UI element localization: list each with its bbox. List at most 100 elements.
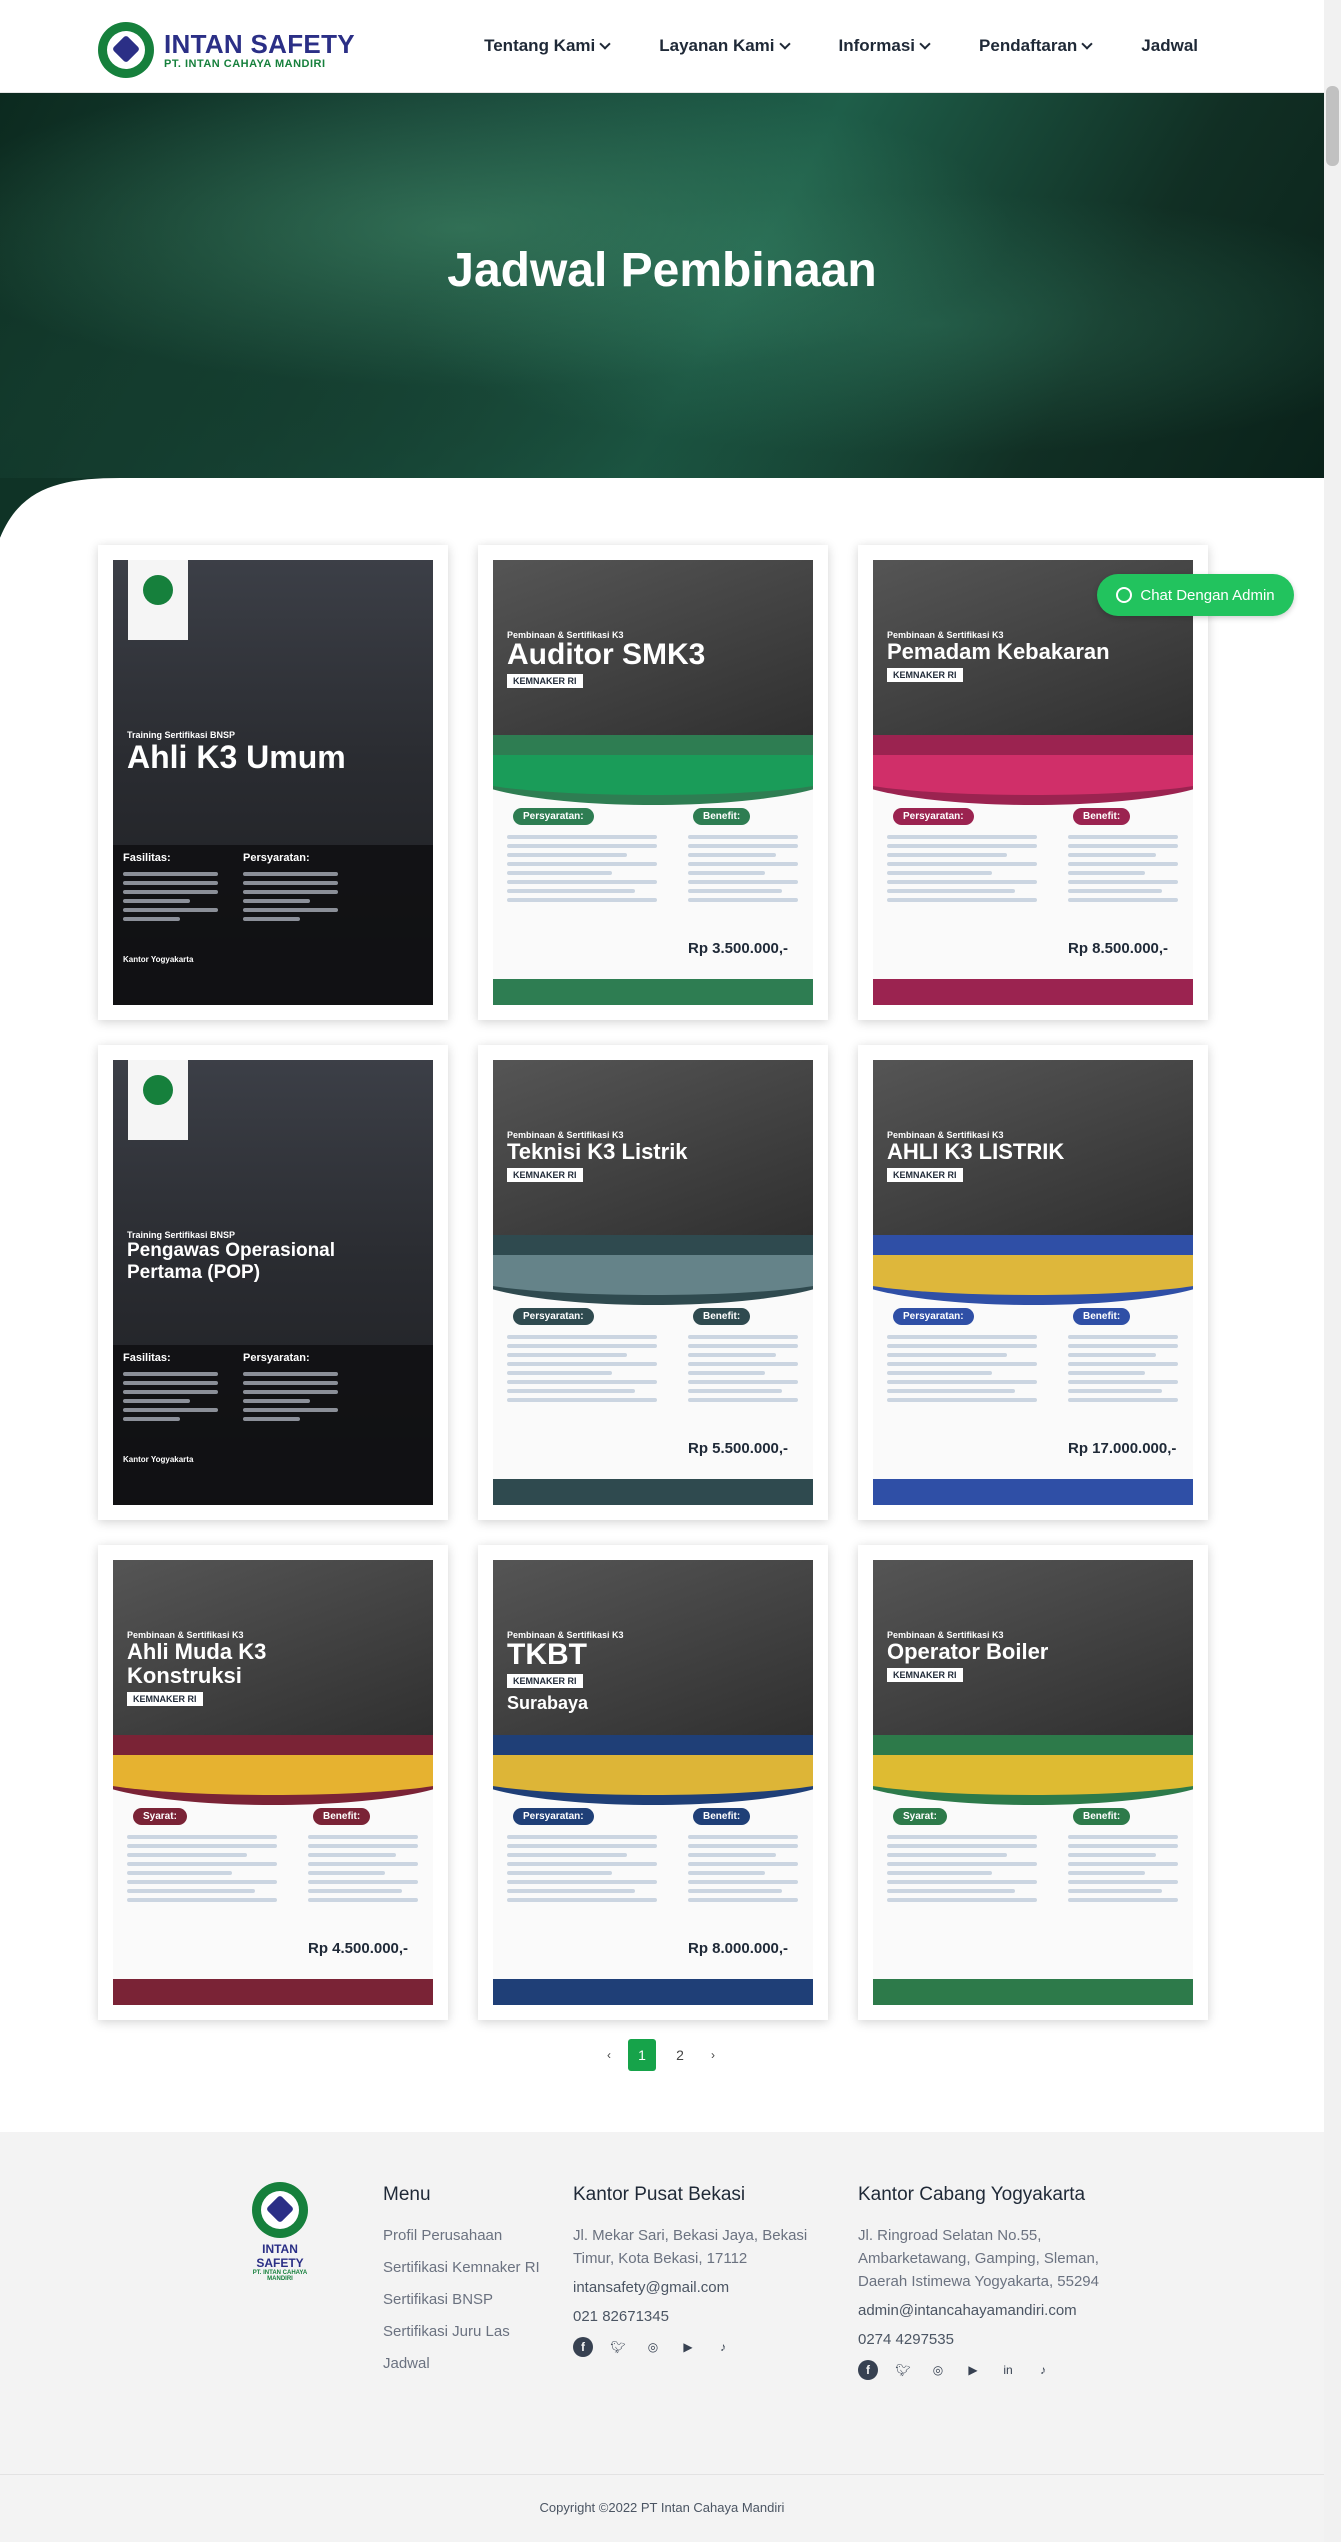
chevron-down-icon [1081, 37, 1093, 50]
footer-office-bekasi: Kantor Pusat Bekasi Jl. Mekar Sari, Beka… [573, 2184, 823, 2357]
chat-admin-button[interactable]: Chat Dengan Admin [1097, 574, 1294, 616]
poster-left-heading: Persyaratan: [513, 1308, 594, 1325]
poster-office: Kantor Yogyakarta [123, 1455, 194, 1464]
poster-image: Training Sertifikasi BNSP Pengawas Operas… [113, 1060, 433, 1505]
footer-link-juru-las[interactable]: Sertifikasi Juru Las [383, 2320, 553, 2343]
youtube-icon[interactable]: ▶ [678, 2337, 698, 2357]
nav-jadwal[interactable]: Jadwal [1141, 36, 1198, 56]
linkedin-icon[interactable]: in [998, 2360, 1018, 2380]
nav-pendaftaran[interactable]: Pendaftaran [979, 36, 1093, 56]
pagination-next[interactable]: › [704, 2039, 722, 2071]
schedule-card[interactable]: Pembinaan & Sertifikasi K3 Teknisi K3 Lis… [478, 1045, 828, 1520]
poster-title: Operator Boiler [887, 1639, 1049, 1664]
yogya-email[interactable]: admin@intancahayamandiri.com [858, 2302, 1118, 2319]
footer-link-profil[interactable]: Profil Perusahaan [383, 2224, 553, 2247]
bekasi-title: Kantor Pusat Bekasi [573, 2184, 746, 2205]
poster-title: Pengawas Operasional Pertama (POP) [127, 1240, 336, 1283]
schedule-card[interactable]: Pembinaan & Sertifikasi K3 AHLI K3 LISTRI… [858, 1045, 1208, 1520]
footer-link-kemnaker[interactable]: Sertifikasi Kemnaker RI [383, 2256, 553, 2279]
yogya-phone[interactable]: 0274 4297535 [858, 2331, 1118, 2348]
poster-title: AHLI K3 LISTRIK [887, 1139, 1065, 1164]
poster-tag: KEMNAKER RI [127, 1692, 203, 1706]
site-logo[interactable]: INTAN SAFETY PT. INTAN CAHAYA MANDIRI [98, 22, 355, 78]
poster-city: Surabaya [507, 1693, 589, 1713]
page-scrollbar[interactable] [1324, 0, 1341, 2542]
poster-tag: KEMNAKER RI [507, 1168, 583, 1182]
page-title: Jadwal Pembinaan [447, 244, 877, 297]
nav-tentang-kami[interactable]: Tentang Kami [484, 36, 611, 56]
poster-right-heading: Benefit: [693, 1808, 751, 1825]
poster-pretitle: Training Sertifikasi BNSP [127, 1230, 236, 1240]
poster-left-heading: Syarat: [893, 1808, 947, 1825]
chevron-down-icon [778, 37, 791, 50]
poster-image: Pembinaan & Sertifikasi K3 Operator Boile… [873, 1560, 1193, 2005]
brand-subtitle: PT. INTAN CAHAYA MANDIRI [164, 58, 326, 70]
bekasi-email[interactable]: intansafety@gmail.com [573, 2279, 823, 2296]
yogya-socials: f 🐦︎ ◎ ▶ in ♪ [858, 2360, 1118, 2380]
poster-tag: KEMNAKER RI [507, 674, 583, 688]
tiktok-icon[interactable]: ♪ [713, 2337, 733, 2357]
poster-title: TKBT [507, 1638, 587, 1671]
poster-left-heading: Fasilitas: [123, 852, 171, 864]
poster-tag: KEMNAKER RI [887, 668, 963, 682]
schedule-card[interactable]: Pembinaan & Sertifikasi K3 TKBT KEMNAKER R… [478, 1545, 828, 2020]
footer-divider [0, 2474, 1324, 2475]
twitter-icon[interactable]: 🐦︎ [608, 2337, 628, 2357]
poster-price: Rp 4.500.000,- [308, 1940, 409, 1957]
poster-left-heading: Persyaratan: [893, 808, 974, 825]
poster-left-heading: Syarat: [133, 1808, 187, 1825]
yogya-title: Kantor Cabang Yogyakarta [858, 2184, 1086, 2205]
nav-layanan-kami[interactable]: Layanan Kami [659, 36, 791, 56]
poster-right-heading: Benefit: [313, 1808, 371, 1825]
poster-title: Ahli K3 Umum [127, 739, 346, 775]
footer-link-bnsp[interactable]: Sertifikasi BNSP [383, 2288, 553, 2311]
pagination-prev[interactable]: ‹ [600, 2039, 618, 2071]
schedule-card[interactable]: Pembinaan & Sertifikasi K3 Ahli Muda K3 K… [98, 1545, 448, 2020]
nav-informasi[interactable]: Informasi [839, 36, 931, 56]
pagination-page-2[interactable]: 2 [666, 2039, 694, 2071]
poster-price: Rp 8.500.000,- [1068, 940, 1169, 957]
facebook-icon[interactable]: f [573, 2337, 593, 2357]
poster-tag: KEMNAKER RI [887, 1668, 963, 1682]
facebook-icon[interactable]: f [858, 2360, 878, 2380]
schedule-card[interactable]: Pembinaan & Sertifikasi K3 Pemadam Kebaka… [858, 545, 1208, 1020]
instagram-icon[interactable]: ◎ [643, 2337, 663, 2357]
footer-link-jadwal[interactable]: Jadwal [383, 2352, 553, 2375]
chevron-down-icon [599, 37, 611, 50]
poster-tag: KEMNAKER RI [507, 1674, 583, 1688]
poster-right-heading: Benefit: [693, 1308, 751, 1325]
poster-right-heading: Persyaratan: [243, 1352, 310, 1364]
yogya-address: Jl. Ringroad Selatan No.55, Ambarketawan… [858, 2227, 1099, 2290]
tiktok-icon[interactable]: ♪ [1033, 2360, 1053, 2380]
main-nav: Tentang Kami Layanan Kami Informasi Pend… [484, 36, 1198, 56]
poster-image: Training Sertifikasi BNSP Ahli K3 Umum Fas… [113, 560, 433, 1005]
poster-right-heading: Benefit: [693, 808, 751, 825]
instagram-icon[interactable]: ◎ [928, 2360, 948, 2380]
poster-price: Rp 3.500.000,- [688, 940, 789, 957]
poster-title: Teknisi K3 Listrik [507, 1139, 688, 1164]
chevron-down-icon [919, 37, 931, 50]
poster-left-heading: Persyaratan: [513, 808, 594, 825]
footer-logo[interactable]: INTAN SAFETY PT. INTAN CAHAYA MANDIRI [240, 2182, 320, 2282]
footer-office-yogya: Kantor Cabang Yogyakarta Jl. Ringroad Se… [858, 2184, 1118, 2380]
pagination-page-1[interactable]: 1 [628, 2039, 656, 2071]
logo-emblem-icon [98, 22, 154, 78]
twitter-icon[interactable]: 🐦︎ [893, 2360, 913, 2380]
youtube-icon[interactable]: ▶ [963, 2360, 983, 2380]
schedule-card[interactable]: Pembinaan & Sertifikasi K3 Operator Boile… [858, 1545, 1208, 2020]
scrollbar-thumb[interactable] [1326, 86, 1339, 166]
poster-right-heading: Persyaratan: [243, 852, 310, 864]
footer-menu: Menu Profil Perusahaan Sertifikasi Kemna… [383, 2184, 553, 2384]
schedule-card[interactable]: Training Sertifikasi BNSP Pengawas Operas… [98, 1045, 448, 1520]
bekasi-socials: f 🐦︎ ◎ ▶ ♪ [573, 2337, 823, 2357]
poster-image: Pembinaan & Sertifikasi K3 Ahli Muda K3 K… [113, 1560, 433, 2005]
site-footer: INTAN SAFETY PT. INTAN CAHAYA MANDIRI Me… [0, 2132, 1324, 2542]
bekasi-phone[interactable]: 021 82671345 [573, 2308, 823, 2325]
schedule-card[interactable]: Pembinaan & Sertifikasi K3 Auditor SMK3 KE… [478, 545, 828, 1020]
poster-price: Rp 8.000.000,- [688, 1940, 789, 1957]
poster-title: Auditor SMK3 [507, 638, 706, 671]
schedule-card[interactable]: Training Sertifikasi BNSP Ahli K3 Umum Fas… [98, 545, 448, 1020]
logo-emblem-icon [252, 2182, 308, 2238]
poster-image: Pembinaan & Sertifikasi K3 AHLI K3 LISTRI… [873, 1060, 1193, 1505]
poster-price: Rp 5.500.000,- [688, 1440, 789, 1457]
